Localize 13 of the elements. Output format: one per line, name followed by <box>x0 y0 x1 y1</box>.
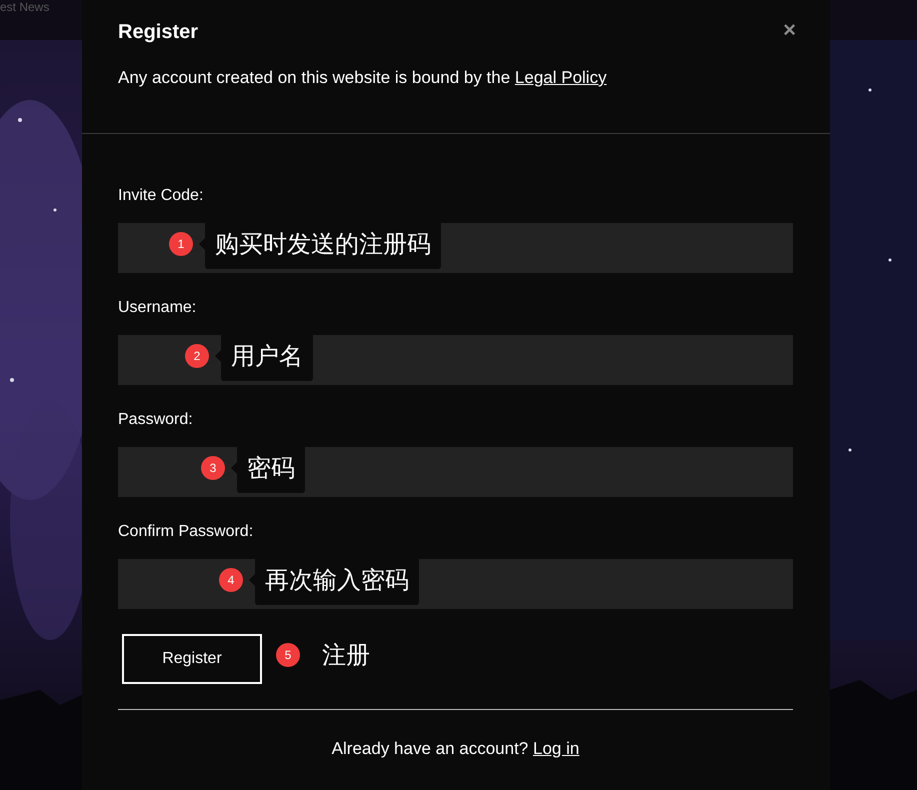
register-button[interactable]: Register <box>122 634 262 684</box>
field-label: Invite Code: <box>118 186 204 206</box>
dialog-title: Register <box>118 20 198 45</box>
close-button[interactable]: × <box>783 19 796 41</box>
login-link[interactable]: Log in <box>533 738 580 758</box>
step-number-badge: 5 <box>276 642 300 666</box>
field-label: Confirm Password: <box>118 522 254 542</box>
field-label: Password: <box>118 410 194 430</box>
login-prompt: Already have an account? Log in <box>330 738 580 760</box>
field-label: Username: <box>118 298 198 318</box>
policy-notice: Any account created on this website is bound by the Legal Policy <box>117 67 608 89</box>
legal-policy-link[interactable]: Legal Policy <box>514 68 607 87</box>
input-field[interactable] <box>118 446 793 496</box>
